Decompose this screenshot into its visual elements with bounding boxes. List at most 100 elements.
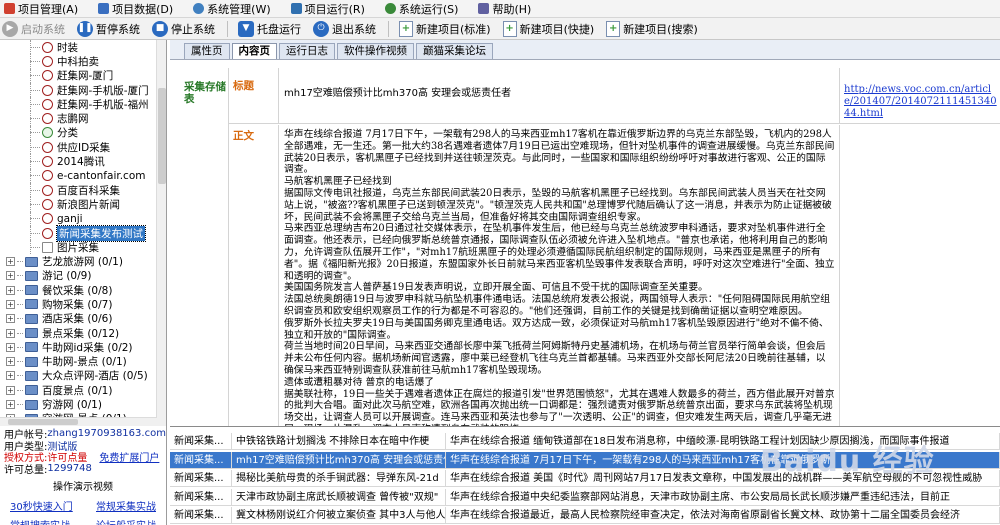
tree-item-label: 餐饮采集 (0/8): [42, 284, 113, 297]
source-url-link[interactable]: http://news.voc.com.cn/article/201407/20…: [839, 68, 1000, 123]
new-project-search-button[interactable]: + 新建项目(搜索): [606, 20, 698, 37]
tree-item[interactable]: + 牛助网-景点 (0/1): [0, 355, 166, 369]
upgrade-link[interactable]: 免费扩展门户: [99, 449, 159, 464]
new-document-icon: +: [502, 20, 517, 37]
tree-item[interactable]: e-cantonfair.com: [0, 168, 166, 183]
tree-item-label: 中科拍卖: [57, 55, 99, 68]
tab-video[interactable]: 软件操作视频: [337, 43, 414, 59]
check-node-icon: [42, 127, 53, 139]
tree-item[interactable]: 供应ID采集: [0, 140, 166, 155]
menu-system-run[interactable]: 系统运行(S): [384, 1, 459, 17]
exit-system-button[interactable]: ⏻ 退出系统: [313, 20, 376, 37]
expand-icon[interactable]: +: [6, 299, 15, 309]
table-row[interactable]: 新闻采集... 天津市政协副主席武长顺被调查 曾传被"双规" 华声在线综合报道中央纪…: [170, 488, 1000, 506]
tree-item-label: 新闻采集发布测试: [56, 224, 146, 242]
tree-branch-line: [17, 404, 23, 406]
menu-system[interactable]: 系统管理(W): [193, 1, 271, 17]
tree-branch-line: [17, 318, 23, 320]
tree-item[interactable]: + 艺龙旅游网 (0/1): [0, 254, 166, 268]
tree-branch-line: [17, 346, 23, 348]
folder-icon: [25, 285, 38, 296]
tree-item-label: 百度景点 (0/1): [42, 384, 113, 397]
tab-run-log[interactable]: 运行日志: [279, 43, 335, 59]
new-project-standard-button[interactable]: + 新建项目(标准): [399, 20, 491, 37]
scrollbar-thumb[interactable]: [158, 88, 166, 184]
tree-item[interactable]: + 购物采集 (0/7): [0, 297, 166, 311]
expand-icon[interactable]: +: [6, 371, 15, 381]
tree-item[interactable]: 赶集网-手机版-厦门: [0, 82, 166, 98]
tab-properties[interactable]: 属性页: [184, 43, 230, 59]
tree-item[interactable]: + 百度景点 (0/1): [0, 383, 166, 397]
search-collect-link[interactable]: 常规搜索实战: [10, 517, 70, 525]
forum-collect-link[interactable]: 论坛般采实战: [96, 517, 156, 525]
title-row: 标题 mh17空难赔偿预计比mh370高 安理会或惩责任者 http://new…: [229, 68, 1000, 124]
app-window: 项目管理(A) 项目数据(D) 系统管理(W) 项目运行(R) 系统运行(S) …: [0, 0, 1000, 525]
tree-branch-line: [17, 303, 23, 305]
tree-item[interactable]: 百度百科采集: [0, 182, 166, 198]
menu-project[interactable]: 项目管理(A): [4, 1, 78, 17]
table-row[interactable]: 新闻采集... 冀文林杨刚说红介何被立案侦查 其中3人与他人... 华声在线综合报道…: [170, 507, 1000, 524]
expand-icon[interactable]: +: [6, 285, 15, 295]
expand-icon[interactable]: +: [6, 328, 15, 338]
menu-label: 项目运行(R): [304, 2, 365, 16]
menu-label: 帮助(H): [492, 2, 532, 16]
tree-item[interactable]: 分类: [0, 125, 166, 141]
menu-label: 系统运行(S): [398, 2, 459, 16]
tree-item[interactable]: + 穷游网 (0/1): [0, 397, 166, 411]
menu-data[interactable]: 项目数据(D): [98, 1, 173, 17]
pause-system-button[interactable]: ❚❚ 暂停系统: [77, 20, 140, 37]
expand-icon[interactable]: +: [6, 400, 15, 410]
tree-item[interactable]: 中科拍卖: [0, 54, 166, 69]
expand-icon[interactable]: +: [6, 342, 15, 352]
tab-content[interactable]: 内容页: [231, 43, 277, 59]
table-cell: 冀文林杨刚说红介何被立案侦查 其中3人与他人...: [232, 507, 446, 523]
tree-item[interactable]: + 景点采集 (0/12): [0, 326, 166, 340]
tree-vertical-scrollbar[interactable]: [156, 40, 166, 426]
tree-branch-line: [30, 189, 40, 191]
folder-icon: [25, 342, 38, 353]
expand-icon[interactable]: +: [6, 271, 15, 281]
tree-item[interactable]: 赶集网-厦门: [0, 68, 166, 83]
folder-icon: [25, 370, 38, 381]
tree-item[interactable]: 赶集网-手机版-福州: [0, 97, 166, 112]
tree-item[interactable]: + 大众点评网-酒店 (0/5): [0, 369, 166, 383]
body-paragraph: 荷兰当地时间20日早间，马来西亚交通部长廖中莱飞抵荷兰阿姆斯特丹史基浦机场，在机…: [284, 341, 826, 376]
table-cell: 华声在线综合报道中央纪委监察部网站消息，天津市政协副主席、市公安局局长武长顺涉嫌…: [446, 488, 1000, 505]
body-paragraph: 马来西亚总理纳吉布20日通过社交媒体表示，在坠机事件发生后，他已经与乌克兰总统波…: [284, 223, 835, 282]
expand-icon[interactable]: +: [6, 357, 15, 367]
tree-item[interactable]: 2014腾讯: [0, 154, 166, 169]
menu-run[interactable]: 项目运行(R): [290, 1, 365, 17]
tree-guide-line: [30, 197, 31, 212]
tree-item[interactable]: + 餐饮采集 (0/8): [0, 283, 166, 297]
tab-forum[interactable]: 巅猫采集论坛: [416, 43, 493, 59]
tree-item[interactable]: 时装: [0, 40, 166, 55]
title-field-value[interactable]: mh17空难赔偿预计比mh370高 安理会或惩责任者: [280, 68, 839, 123]
tray-run-button[interactable]: ▼ 托盘运行: [238, 20, 301, 37]
tree-item[interactable]: 志鹏网: [0, 111, 166, 126]
tree-item[interactable]: 新浪图片新闻: [0, 197, 166, 212]
tree-item[interactable]: ganji: [0, 211, 166, 226]
menu-help[interactable]: 帮助(H): [478, 1, 531, 17]
scrollbar-thumb[interactable]: [8, 419, 78, 425]
tree-item[interactable]: 新闻采集发布测试: [0, 224, 166, 242]
new-project-quick-button[interactable]: + 新建项目(快捷): [502, 20, 594, 37]
expand-icon[interactable]: +: [6, 385, 15, 395]
tree-item-label: 2014腾讯: [57, 156, 105, 169]
tree-item[interactable]: + 游记 (0/9): [0, 269, 166, 283]
node-icon: [42, 213, 53, 225]
tree-horizontal-scrollbar[interactable]: [0, 417, 157, 426]
body-field-value[interactable]: 华声在线综合报道 7月17日下午，一架载有298人的马来西亚mh17客机在靠近俄…: [280, 125, 839, 427]
project-tree[interactable]: 时装 中科拍卖 赶集网-厦门 赶集网-手机版-厦门 赶集网-手机版-福州 志鹏网 分类 供应I…: [0, 40, 167, 426]
tree-item[interactable]: + 酒店采集 (0/6): [0, 312, 166, 326]
stop-system-button[interactable]: ■ 停止系统: [152, 20, 215, 37]
expand-icon[interactable]: +: [6, 314, 15, 324]
common-collect-link[interactable]: 常规采集实战: [96, 498, 156, 513]
tree-item[interactable]: + 牛助网id采集 (0/2): [0, 340, 166, 354]
tree-item[interactable]: 图片采集: [0, 240, 166, 255]
quickstart-link[interactable]: 30秒快速入门: [10, 498, 73, 513]
tree-guide-line: [30, 140, 31, 155]
data-icon: [98, 3, 110, 14]
tree-branch-line: [30, 246, 40, 248]
start-system-button[interactable]: ▶ 启动系统: [2, 20, 65, 37]
expand-icon[interactable]: +: [6, 257, 15, 267]
